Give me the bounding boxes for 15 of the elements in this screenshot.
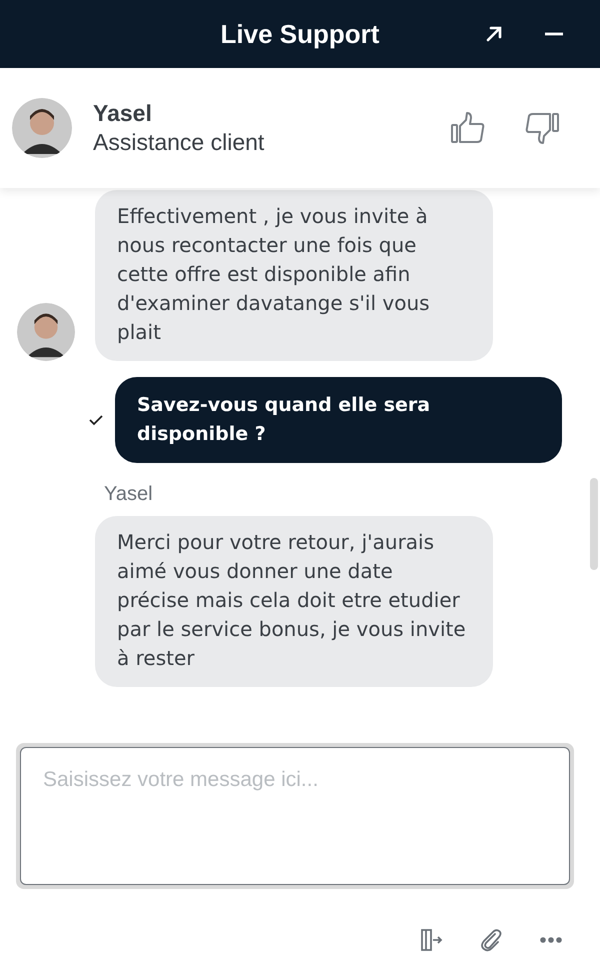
user-message: Savez-vous quand elle sera disponible ? xyxy=(115,377,562,463)
scrollbar[interactable] xyxy=(590,478,598,570)
thumbs-up-icon[interactable] xyxy=(450,110,486,146)
message-field[interactable]: Saisissez votre message ici... xyxy=(20,747,570,885)
agent-message: Merci pour votre retour, j'aurais aimé vous donner une date précise mais cela doit etre etudier par le service bonus, je vous invite à rester xyxy=(95,516,493,687)
agent-message: Effectivement , je vous invite à nous recontacter une fois que cette offre est disponible afin d'examiner davatange s'il vous plait xyxy=(95,190,493,361)
agent-name: Yasel xyxy=(93,100,153,127)
paperclip-icon[interactable] xyxy=(478,927,504,953)
exit-icon[interactable] xyxy=(418,927,444,953)
thumbs-down-icon[interactable] xyxy=(524,110,560,146)
sender-name: Yasel xyxy=(104,483,153,505)
avatar-icon xyxy=(12,98,72,158)
agent-role: Assistance client xyxy=(93,129,266,156)
expand-icon[interactable] xyxy=(484,24,504,44)
window-title: Live Support xyxy=(220,18,380,50)
